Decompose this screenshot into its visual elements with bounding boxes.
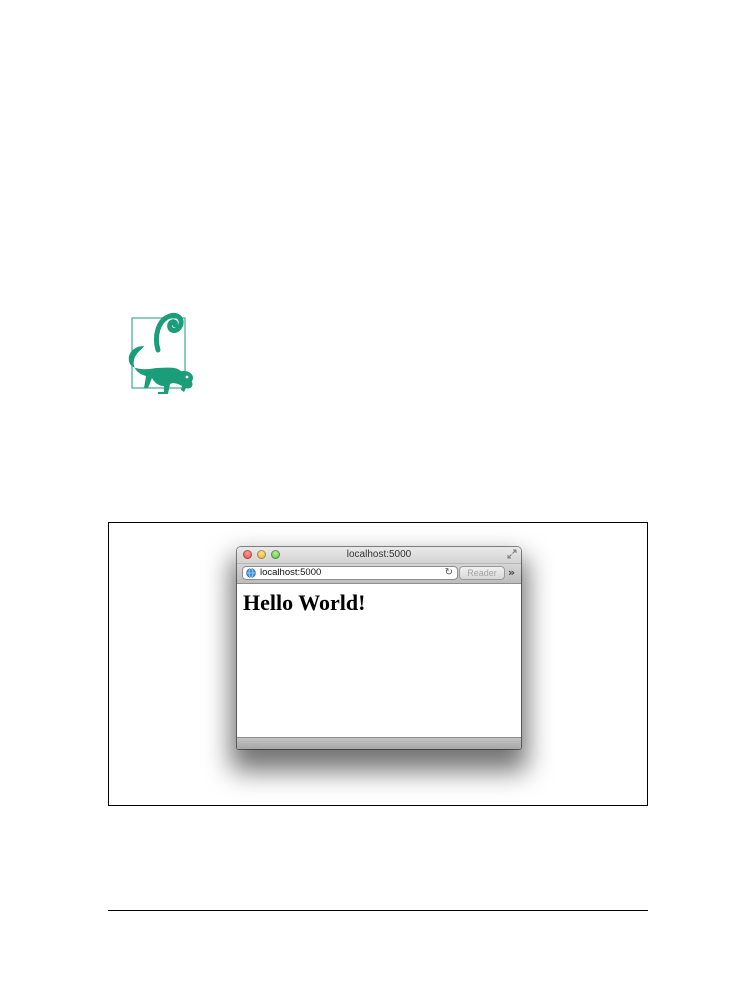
address-text: localhost:5000 <box>260 567 322 578</box>
title-bar: localhost:5000 <box>237 547 521 564</box>
window-title: localhost:5000 <box>346 549 412 560</box>
page-heading: Hello World! <box>243 590 366 615</box>
toolbar: localhost:5000 ↻ Reader » <box>237 564 521 584</box>
page-content: Hello World! <box>237 584 521 738</box>
reader-button[interactable]: Reader <box>459 566 505 580</box>
chevron-double-right-icon[interactable]: » <box>508 566 515 579</box>
fullscreen-icon[interactable] <box>507 549 517 559</box>
status-bar <box>237 737 521 749</box>
address-bar[interactable]: localhost:5000 ↻ <box>242 566 458 580</box>
browser-window: localhost:5000 localhost:5000 ↻ Reader »… <box>237 547 521 749</box>
figure-frame: localhost:5000 localhost:5000 ↻ Reader »… <box>108 522 648 806</box>
lemur-icon <box>128 312 193 394</box>
reload-icon[interactable]: ↻ <box>445 567 453 579</box>
footer-rule <box>108 910 648 911</box>
globe-icon <box>246 568 256 578</box>
